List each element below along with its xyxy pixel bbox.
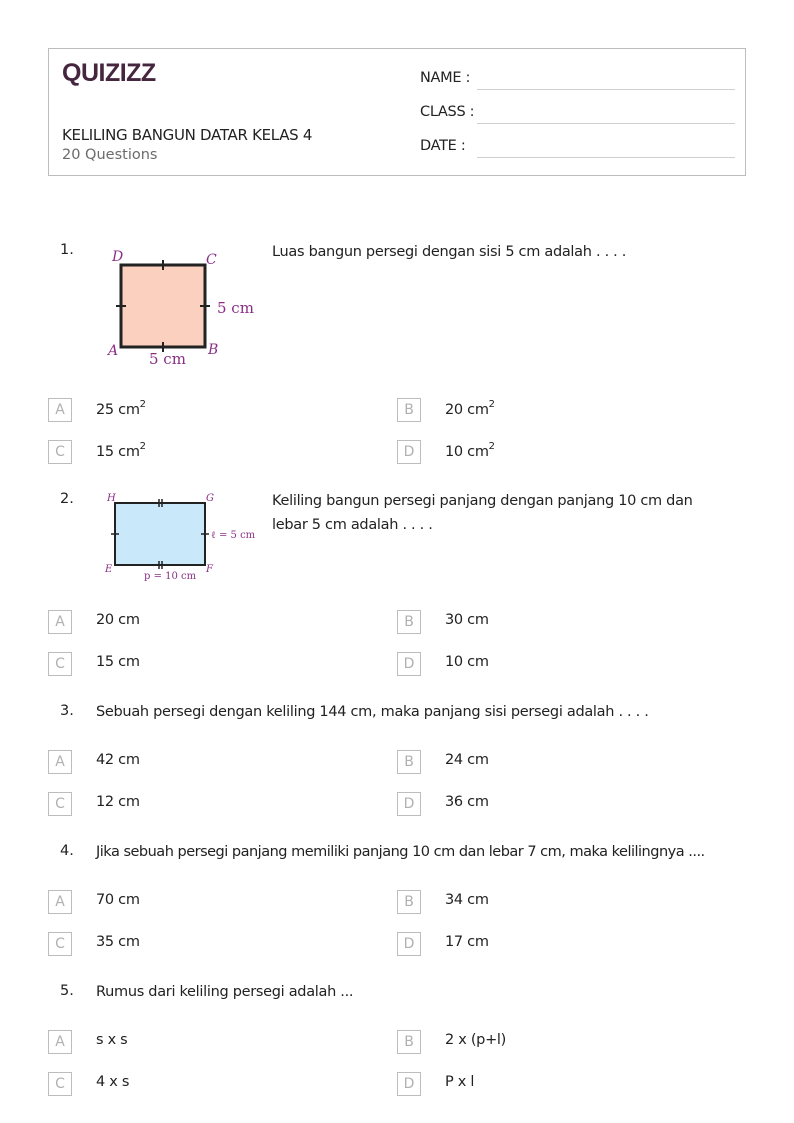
- option-letter[interactable]: A: [48, 750, 72, 774]
- option-text: 10 cm: [445, 654, 489, 670]
- date-label: DATE :: [420, 138, 466, 154]
- option-letter[interactable]: C: [48, 792, 72, 816]
- question-text: Keliling bangun persegi panjang dengan p…: [272, 493, 693, 533]
- question-text: Sebuah persegi dengan keliling 144 cm, m…: [96, 704, 649, 720]
- option-text: 2 x (p+l): [445, 1032, 507, 1048]
- date-line[interactable]: [477, 157, 735, 158]
- width-label: ℓ = 5 cm: [211, 530, 256, 541]
- option-letter[interactable]: D: [397, 792, 421, 816]
- option-text: 42 cm: [96, 752, 140, 768]
- question-number: 2.: [60, 491, 74, 507]
- option-letter[interactable]: D: [397, 932, 421, 956]
- rectangle-figure: H G E F ℓ = 5 cm p = 10 cm: [104, 493, 256, 582]
- square-shape: [119, 263, 207, 349]
- option-text: 24 cm: [445, 752, 489, 768]
- vertex-label: C: [206, 252, 217, 268]
- option-text: 10 cm2: [445, 441, 495, 460]
- class-field[interactable]: CLASS :: [420, 100, 735, 124]
- option-letter[interactable]: A: [48, 398, 72, 422]
- side-length-label: 5 cm: [149, 350, 186, 368]
- side-length-label: 5 cm: [217, 299, 254, 317]
- rectangle-shape: [114, 502, 206, 566]
- option-letter[interactable]: D: [397, 652, 421, 676]
- option-letter[interactable]: C: [48, 932, 72, 956]
- option-text: 20 cm: [96, 612, 140, 628]
- vertex-label: F: [205, 564, 214, 575]
- option-letter[interactable]: A: [48, 1030, 72, 1054]
- option-text: 36 cm: [445, 794, 489, 810]
- name-field[interactable]: NAME :: [420, 66, 735, 90]
- option-text: 15 cm2: [96, 441, 146, 460]
- length-label: p = 10 cm: [144, 571, 197, 582]
- vertex-label: B: [207, 342, 218, 358]
- question-number: 3.: [60, 703, 74, 719]
- vertex-label: H: [106, 493, 116, 504]
- option-text: 12 cm: [96, 794, 140, 810]
- option-letter[interactable]: B: [397, 398, 421, 422]
- option-letter[interactable]: B: [397, 750, 421, 774]
- name-line[interactable]: [477, 89, 735, 90]
- vertex-label: E: [104, 564, 113, 575]
- option-text: 17 cm: [445, 934, 489, 950]
- class-line[interactable]: [477, 123, 735, 124]
- option-letter[interactable]: C: [48, 440, 72, 464]
- option-letter[interactable]: D: [397, 1072, 421, 1096]
- date-field[interactable]: DATE :: [420, 134, 735, 158]
- class-label: CLASS :: [420, 104, 475, 120]
- quiz-title: KELILING BANGUN DATAR KELAS 4: [62, 126, 313, 144]
- option-letter[interactable]: C: [48, 1072, 72, 1096]
- option-letter[interactable]: A: [48, 890, 72, 914]
- quizizz-logo: QUIZIZZ: [62, 59, 156, 87]
- vertex-label: D: [111, 249, 123, 265]
- vertex-label: A: [106, 343, 118, 359]
- question-number: 1.: [60, 242, 74, 258]
- option-text: 35 cm: [96, 934, 140, 950]
- option-text: 25 cm2: [96, 399, 146, 418]
- worksheet-header: QUIZIZZ KELILING BANGUN DATAR KELAS 4 20…: [48, 48, 746, 176]
- option-text: 70 cm: [96, 892, 140, 908]
- question-number: 4.: [60, 843, 74, 859]
- option-letter[interactable]: B: [397, 610, 421, 634]
- option-letter[interactable]: A: [48, 610, 72, 634]
- option-text: 20 cm2: [445, 399, 495, 418]
- option-text: s x s: [96, 1032, 128, 1048]
- square-figure: D C A B 5 cm 5 cm: [106, 249, 254, 368]
- question-text: Luas bangun persegi dengan sisi 5 cm ada…: [272, 244, 627, 260]
- option-letter[interactable]: C: [48, 652, 72, 676]
- option-letter[interactable]: B: [397, 1030, 421, 1054]
- option-text: 4 x s: [96, 1074, 130, 1090]
- question-number: 5.: [60, 983, 74, 999]
- option-text: 34 cm: [445, 892, 489, 908]
- question-count: 20 Questions: [62, 147, 158, 163]
- option-letter[interactable]: D: [397, 440, 421, 464]
- option-text: 30 cm: [445, 612, 489, 628]
- name-label: NAME :: [420, 70, 471, 86]
- question-text: Jika sebuah persegi panjang memiliki pan…: [96, 844, 705, 860]
- option-text: 15 cm: [96, 654, 140, 670]
- option-letter[interactable]: B: [397, 890, 421, 914]
- question-text: Rumus dari keliling persegi adalah ...: [96, 984, 354, 1000]
- option-text: P x l: [445, 1074, 475, 1090]
- vertex-label: G: [206, 493, 214, 504]
